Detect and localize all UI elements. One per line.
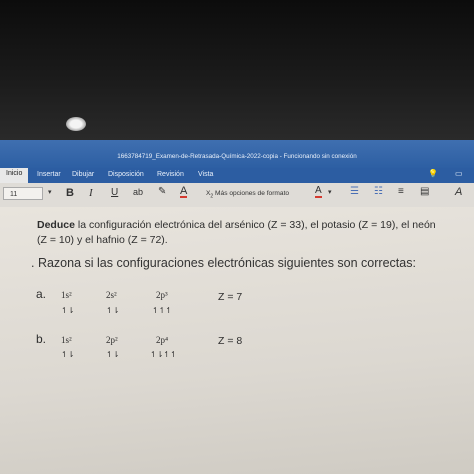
atomic-number: Z = 7: [218, 291, 243, 303]
paragraph-1-bold: Deduce: [37, 219, 75, 231]
formatting-toolbar: 11 ▾ B I U ab ✎ A X2 Más opciones de for…: [0, 183, 474, 208]
tab-dibujar[interactable]: Dibujar: [72, 171, 94, 178]
paragraph-styles-icon[interactable]: ▤: [420, 186, 429, 197]
highlighter-icon[interactable]: ✎: [158, 186, 166, 197]
tab-insertar[interactable]: Insertar: [37, 171, 61, 178]
electron-arrows: ↿↿↿: [152, 306, 173, 315]
orbital-label: 2p²: [106, 335, 118, 345]
atomic-number: Z = 8: [218, 335, 243, 347]
tab-inicio[interactable]: Inicio: [0, 168, 29, 183]
electron-arrows: ↿⇂: [106, 306, 120, 315]
text-effects-icon[interactable]: A: [315, 186, 322, 198]
electron-arrows: ↿⇂: [106, 350, 120, 359]
tab-vista[interactable]: Vista: [198, 171, 213, 178]
paragraph-2: (Z = 10) y el hafnio (Z = 72).: [37, 234, 168, 246]
underline-button[interactable]: U: [111, 187, 118, 198]
orbital-label: 2p⁴: [156, 335, 169, 345]
option-a-label: a.: [36, 287, 47, 301]
strikethrough-button[interactable]: ab: [133, 187, 143, 197]
tab-revision[interactable]: Revisión: [157, 171, 184, 178]
more-format-options[interactable]: X2 Más opciones de formato: [206, 190, 289, 199]
comments-icon[interactable]: ▭: [455, 169, 463, 178]
paragraph-1: Deduce la configuración electrónica del …: [37, 219, 436, 231]
italic-button[interactable]: I: [89, 187, 93, 199]
orbital-label: 1s²: [61, 290, 72, 300]
styles-icon[interactable]: A: [455, 186, 462, 198]
title-bar: 1663784719_Examen-de-Retrasada-Química-2…: [0, 140, 474, 168]
lightbulb-icon[interactable]: 💡: [428, 169, 438, 178]
document-page[interactable]: Deduce la configuración electrónica del …: [0, 207, 474, 474]
orbital-label: 2p³: [156, 290, 168, 300]
bold-button[interactable]: B: [66, 187, 74, 199]
font-color-button[interactable]: A: [180, 186, 188, 198]
chevron-down-icon[interactable]: ▾: [328, 188, 332, 196]
option-b-label: b.: [36, 332, 47, 346]
document-title: 1663784719_Examen-de-Retrasada-Química-2…: [117, 153, 357, 160]
more-format-label: Más opciones de formato: [215, 190, 290, 197]
bullet-list-icon[interactable]: ☰: [350, 186, 359, 197]
question-heading: . Razona si las configuraciones electrón…: [31, 256, 416, 270]
orbital-label: 2s²: [106, 290, 117, 300]
camera-light: [66, 117, 86, 131]
electron-arrows: ↿⇂: [61, 350, 75, 359]
align-icon[interactable]: ≡: [398, 186, 404, 197]
electron-arrows: ↿⇂↿↿: [150, 350, 177, 359]
font-size-select[interactable]: 11: [3, 187, 43, 200]
orbital-label: 1s²: [61, 335, 72, 345]
electron-arrows: ↿⇂: [61, 306, 75, 315]
tab-disposicion[interactable]: Disposición: [108, 171, 144, 178]
numbered-list-icon[interactable]: ☷: [374, 186, 383, 197]
paragraph-1-text: la configuración electrónica del arsénic…: [74, 219, 436, 231]
chevron-down-icon[interactable]: ▾: [48, 188, 52, 196]
ribbon-tabs: Inicio Insertar Dibujar Disposición Revi…: [0, 168, 474, 183]
